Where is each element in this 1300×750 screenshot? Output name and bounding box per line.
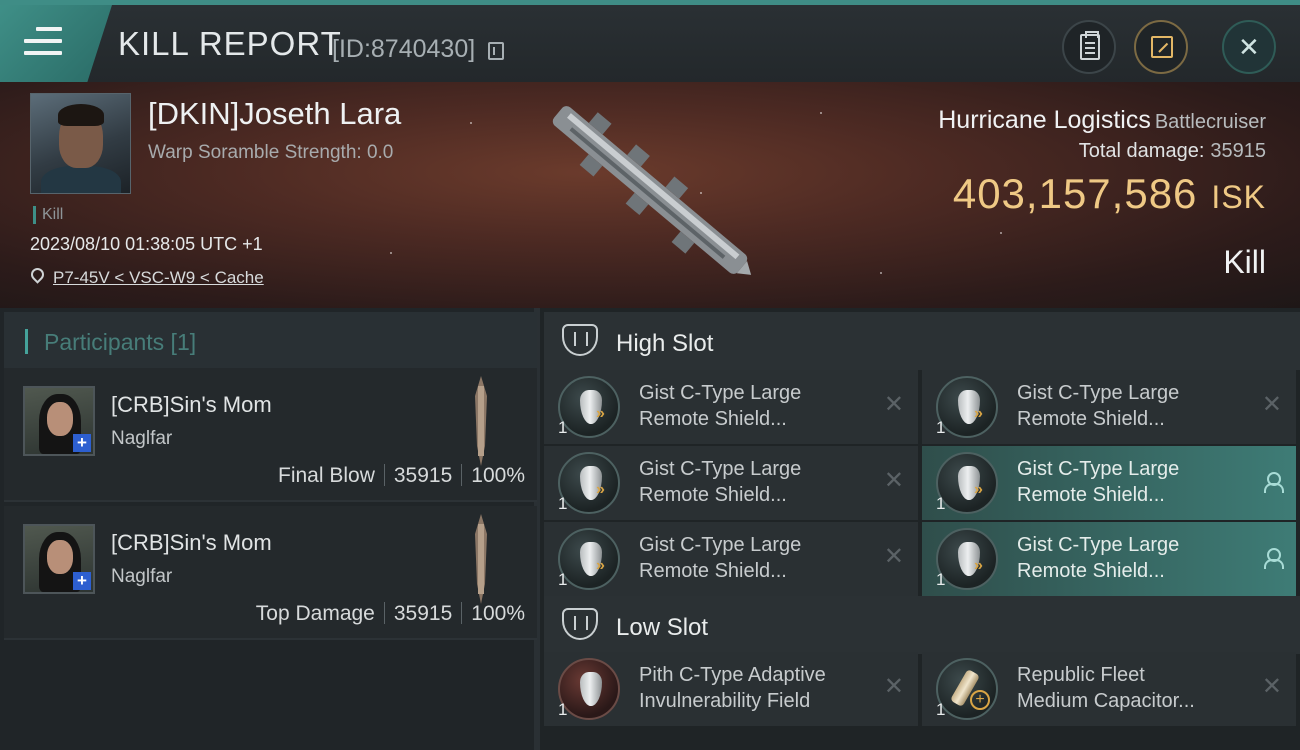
high-slot-header: High Slot bbox=[544, 312, 1300, 370]
x-icon: ✕ bbox=[883, 391, 904, 418]
person-icon bbox=[1264, 472, 1284, 493]
participant-ship-image bbox=[475, 376, 487, 466]
participant-percent: 100% bbox=[471, 464, 525, 487]
module-item[interactable]: » 1 Gist C-Type Large Remote Shield... ✕ bbox=[544, 446, 918, 520]
participant-stats: Top Damage 35915 100% bbox=[256, 602, 525, 626]
hamburger-menu-icon bbox=[24, 27, 62, 63]
page-title: KILL REPORT bbox=[118, 25, 342, 62]
total-damage-value: 35915 bbox=[1210, 140, 1266, 162]
x-icon: ✕ bbox=[883, 543, 904, 570]
module-item[interactable]: » 1 Gist C-Type Large Remote Shield... ✕ bbox=[544, 370, 918, 444]
copy-icon[interactable] bbox=[488, 42, 504, 60]
participants-header: Participants [1] bbox=[4, 312, 537, 370]
fitting-panel: High Slot » 1 Gist C-Type Large Remote Sh… bbox=[540, 308, 1300, 750]
avatar[interactable]: + bbox=[23, 386, 95, 456]
share-button[interactable] bbox=[1134, 20, 1188, 74]
report-id: [ID:8740430] bbox=[332, 35, 476, 63]
participant-percent: 100% bbox=[471, 602, 525, 625]
module-name: Republic Fleet Medium Capacitor... bbox=[1017, 664, 1195, 712]
victim-portrait[interactable] bbox=[30, 93, 131, 194]
location-pin-icon bbox=[28, 265, 47, 284]
participant-card[interactable]: + [CRB]Sin's Mom Naglfar Top Damage 35915… bbox=[4, 506, 537, 640]
victim-name[interactable]: [DKIN]Joseth Lara bbox=[148, 96, 401, 132]
menu-button[interactable] bbox=[0, 5, 112, 82]
participant-ship: Naglfar bbox=[111, 428, 173, 449]
low-slot-icon bbox=[562, 608, 598, 640]
kill-location-link[interactable]: P7-45V < VSC-W9 < Cache bbox=[53, 268, 264, 288]
share-icon bbox=[1151, 36, 1173, 58]
participant-ship-image bbox=[475, 514, 487, 604]
ship-class: Battlecruiser bbox=[1154, 111, 1266, 133]
x-icon: ✕ bbox=[883, 467, 904, 494]
module-name: Gist C-Type Large Remote Shield... bbox=[1017, 534, 1180, 582]
x-icon: ✕ bbox=[1261, 673, 1282, 700]
x-icon: ✕ bbox=[1261, 391, 1282, 418]
high-slot-title: High Slot bbox=[616, 330, 714, 357]
module-quantity: 1 bbox=[936, 570, 946, 589]
close-icon: ✕ bbox=[1238, 32, 1260, 62]
module-item[interactable]: 1 Pith C-Type Adaptive Invulnerability Fi… bbox=[544, 652, 918, 726]
clipboard-button[interactable] bbox=[1062, 20, 1116, 74]
victim-ship-name[interactable]: Hurricane Logistics Battlecruiser bbox=[938, 106, 1266, 135]
close-button[interactable]: ✕ bbox=[1222, 20, 1276, 74]
module-item[interactable]: + 1 Republic Fleet Medium Capacitor... ✕ bbox=[922, 652, 1296, 726]
warp-scramble-strength: Warp Soramble Strength: 0.0 bbox=[148, 142, 394, 163]
participant-role: Final Blow bbox=[278, 464, 375, 487]
low-slot-title: Low Slot bbox=[616, 614, 709, 641]
add-contact-icon[interactable]: + bbox=[73, 434, 91, 452]
isk-unit: ISK bbox=[1211, 179, 1266, 215]
ship-type: Hurricane Logistics bbox=[938, 106, 1151, 134]
x-icon: ✕ bbox=[883, 673, 904, 700]
participant-role: Top Damage bbox=[255, 602, 375, 625]
low-slot-header: Low Slot bbox=[544, 596, 1300, 654]
module-name: Gist C-Type Large Remote Shield... bbox=[1017, 382, 1180, 430]
victim-banner: [DKIN]Joseth Lara Warp Soramble Strength… bbox=[0, 82, 1300, 308]
module-quantity: 1 bbox=[558, 494, 568, 513]
module-name: Gist C-Type Large Remote Shield... bbox=[639, 382, 802, 430]
participants-panel: Participants [1] + [CRB]Sin's Mom Naglfa… bbox=[0, 308, 540, 750]
module-quantity: 1 bbox=[558, 700, 568, 719]
module-quantity: 1 bbox=[936, 700, 946, 719]
participants-title: Participants [1] bbox=[44, 329, 197, 355]
isk-value: 403,157,586 ISK bbox=[953, 170, 1266, 218]
kill-datetime: 2023/08/10 01:38:05 UTC +1 bbox=[30, 234, 263, 254]
module-quantity: 1 bbox=[558, 570, 568, 589]
module-item-dropped[interactable]: » 1 Gist C-Type Large Remote Shield... bbox=[922, 446, 1296, 520]
module-name: Gist C-Type Large Remote Shield... bbox=[639, 534, 802, 582]
kill-tag: Kill bbox=[33, 206, 63, 224]
kill-result: Kill bbox=[1223, 244, 1266, 280]
participant-name[interactable]: [CRB]Sin's Mom bbox=[111, 392, 272, 418]
module-quantity: 1 bbox=[936, 494, 946, 513]
participant-stats: Final Blow 35915 100% bbox=[278, 464, 525, 488]
module-item[interactable]: » 1 Gist C-Type Large Remote Shield... ✕ bbox=[922, 370, 1296, 444]
module-name: Gist C-Type Large Remote Shield... bbox=[1017, 458, 1180, 506]
module-quantity: 1 bbox=[558, 418, 568, 437]
person-icon bbox=[1264, 548, 1284, 569]
participant-ship: Naglfar bbox=[111, 566, 173, 587]
module-name: Pith C-Type Adaptive Invulnerability Fiel… bbox=[639, 664, 826, 712]
clipboard-icon bbox=[1080, 31, 1100, 60]
participant-name[interactable]: [CRB]Sin's Mom bbox=[111, 530, 272, 556]
avatar[interactable]: + bbox=[23, 524, 95, 594]
module-item-dropped[interactable]: » 1 Gist C-Type Large Remote Shield... bbox=[922, 522, 1296, 596]
add-contact-icon[interactable]: + bbox=[73, 572, 91, 590]
module-quantity: 1 bbox=[936, 418, 946, 437]
victim-ship-image bbox=[552, 106, 752, 275]
participant-card[interactable]: + [CRB]Sin's Mom Naglfar Final Blow 35915… bbox=[4, 368, 537, 502]
module-item[interactable]: » 1 Gist C-Type Large Remote Shield... ✕ bbox=[544, 522, 918, 596]
participant-damage: 35915 bbox=[393, 464, 453, 487]
isk-amount: 403,157,586 bbox=[952, 170, 1198, 217]
module-name: Gist C-Type Large Remote Shield... bbox=[639, 458, 802, 506]
total-damage: Total damage: 35915 bbox=[1079, 140, 1266, 163]
high-slot-icon bbox=[562, 324, 598, 356]
total-damage-label: Total damage: bbox=[1078, 140, 1205, 162]
participant-damage: 35915 bbox=[393, 602, 453, 625]
top-bar: KILL REPORT [ID:8740430] ✕ bbox=[0, 0, 1300, 82]
